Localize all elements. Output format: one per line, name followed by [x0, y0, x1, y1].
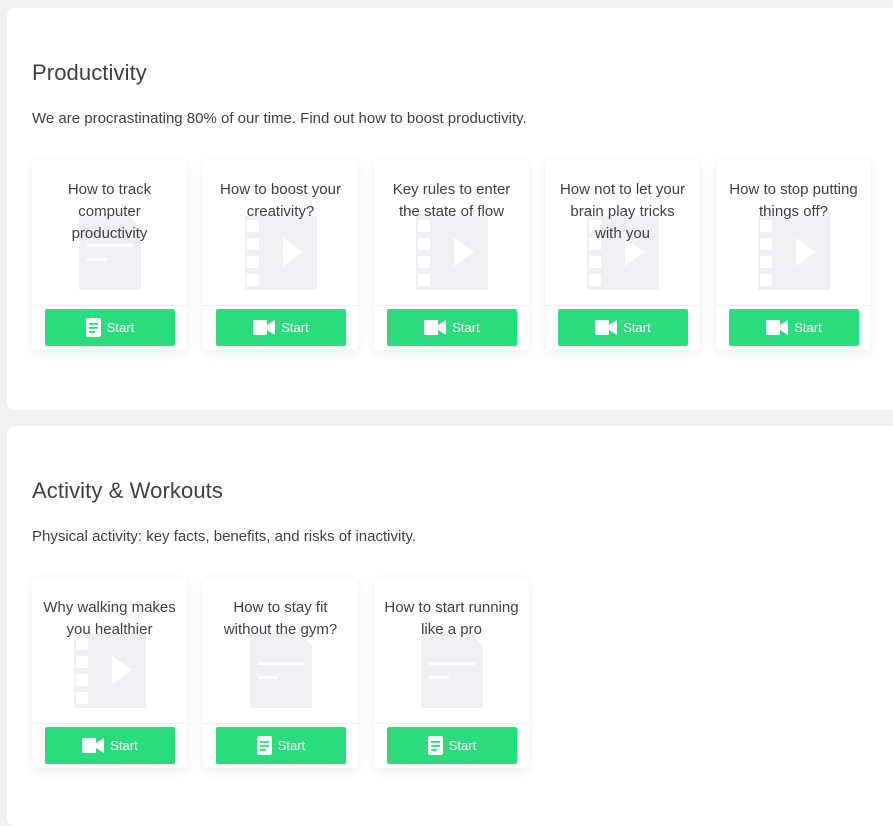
card-divider — [374, 305, 529, 306]
card-title: How to track computer productivity — [67, 181, 152, 242]
document-icon — [85, 318, 101, 337]
video-camera-icon — [424, 320, 447, 335]
start-button[interactable]: Start — [387, 309, 517, 346]
section-title: Activity & Workouts — [32, 478, 223, 503]
course-card[interactable]: How to track computer productivity Start — [32, 160, 187, 350]
start-button[interactable]: Start — [45, 727, 175, 764]
video-thumbnail — [32, 634, 187, 714]
card-title: How to start running like a pro — [384, 599, 519, 638]
card-divider — [203, 723, 358, 724]
card-divider — [545, 305, 700, 306]
section-description: We are procrastinating 80% of our time. … — [32, 110, 527, 127]
card-title: How not to let your brain play tricks wi… — [559, 181, 686, 242]
card-title: Why walking makes you healthier — [43, 599, 176, 638]
start-button[interactable]: Start — [45, 309, 175, 346]
section-description: Physical activity: key facts, benefits, … — [32, 528, 417, 545]
course-card-list: How to track computer productivity Start H… — [32, 160, 871, 350]
card-title: Key rules to enter the state of flow — [392, 181, 511, 220]
section-title: Productivity — [32, 60, 147, 85]
start-button[interactable]: Start — [216, 727, 346, 764]
course-card[interactable]: Key rules to enter the state of flow Star… — [374, 160, 529, 350]
document-thumbnail — [374, 634, 529, 714]
start-button[interactable]: Start — [387, 727, 517, 764]
course-card[interactable]: How to stop putting things off? Start — [716, 160, 871, 350]
video-camera-icon — [595, 320, 618, 335]
course-card[interactable]: How to start running like a pro Start — [374, 578, 529, 768]
section-productivity: Productivity We are procrastinating 80% … — [7, 8, 893, 410]
course-card[interactable]: Why walking makes you healthier Start — [32, 578, 187, 768]
document-thumbnail — [203, 634, 358, 714]
card-divider — [374, 723, 529, 724]
start-button-label: Start — [623, 320, 651, 335]
card-divider — [32, 305, 187, 306]
course-card[interactable]: How to boost your creativity? Start — [203, 160, 358, 350]
start-button-label: Start — [110, 738, 138, 753]
start-button-label: Start — [281, 320, 309, 335]
card-divider — [203, 305, 358, 306]
course-card[interactable]: How to stay fit without the gym? Start — [203, 578, 358, 768]
video-camera-icon — [82, 738, 105, 753]
video-thumbnail — [374, 216, 529, 296]
start-button-label: Start — [448, 738, 477, 753]
start-button-label: Start — [277, 738, 306, 753]
start-button[interactable]: Start — [729, 309, 859, 346]
card-divider — [716, 305, 871, 306]
course-card-list: Why walking makes you healthier Start How … — [32, 578, 529, 768]
start-button-label: Start — [106, 320, 135, 335]
document-icon — [256, 736, 272, 755]
start-button[interactable]: Start — [216, 309, 346, 346]
start-button-label: Start — [452, 320, 480, 335]
start-button-label: Start — [794, 320, 822, 335]
video-thumbnail — [203, 216, 358, 296]
video-thumbnail — [716, 216, 871, 296]
document-icon — [427, 736, 443, 755]
card-divider — [32, 723, 187, 724]
course-card[interactable]: How not to let your brain play tricks wi… — [545, 160, 700, 350]
section-activity-workouts: Activity & Workouts Physical activity: k… — [7, 426, 893, 826]
card-title: How to boost your creativity? — [220, 181, 341, 220]
card-title: How to stay fit without the gym? — [223, 599, 338, 638]
video-camera-icon — [253, 320, 276, 335]
video-camera-icon — [766, 320, 789, 335]
start-button[interactable]: Start — [558, 309, 688, 346]
card-title: How to stop putting things off? — [729, 181, 858, 220]
